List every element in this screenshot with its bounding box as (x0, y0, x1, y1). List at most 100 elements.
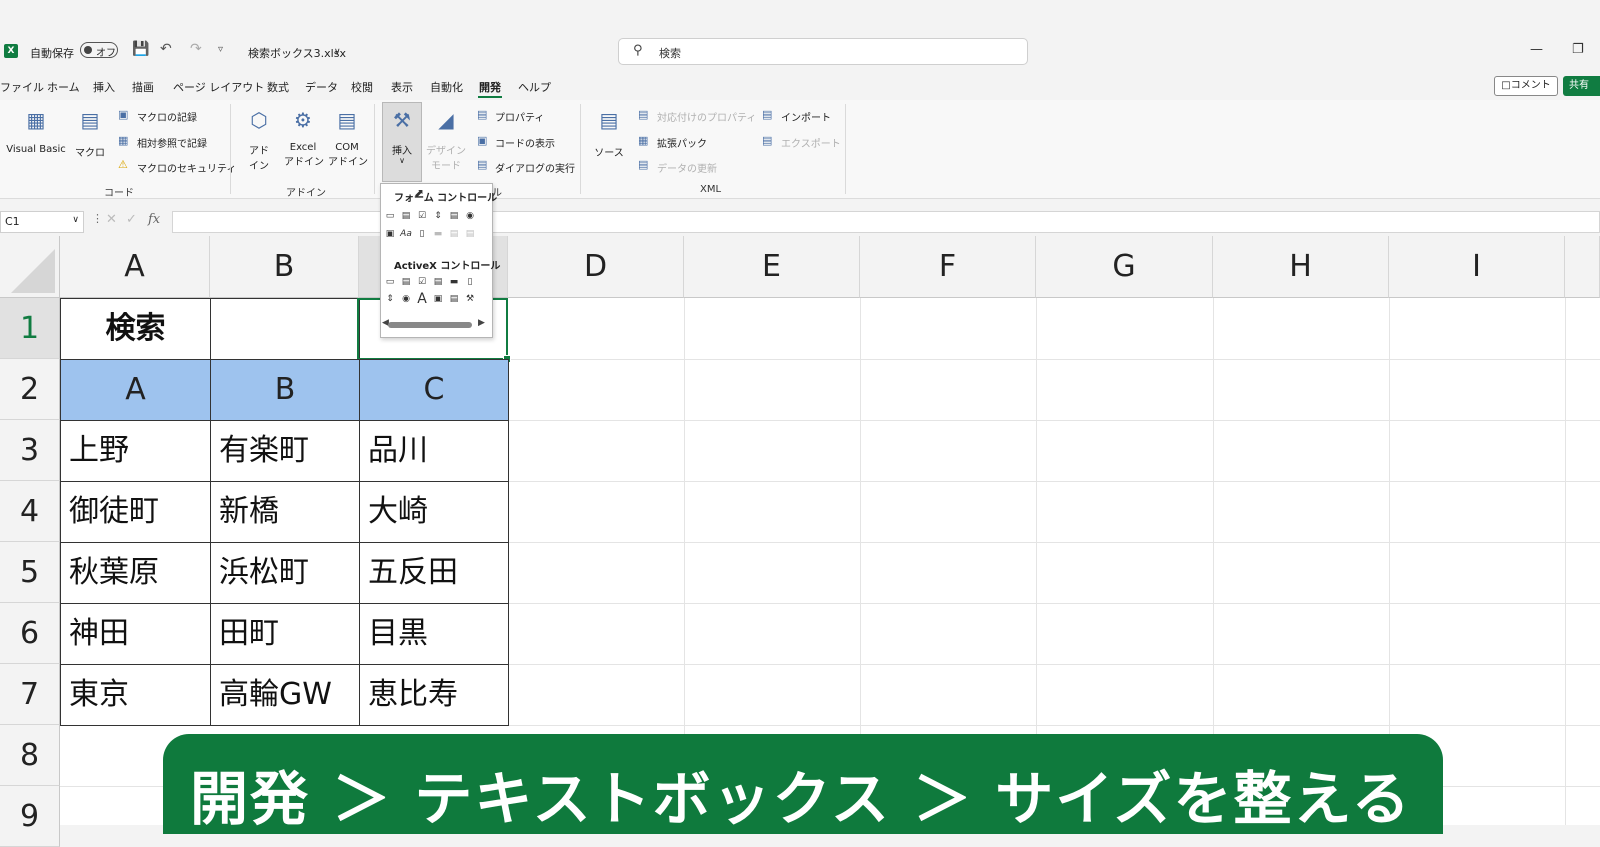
redo-icon[interactable]: ↷ (190, 41, 202, 57)
row-header-6[interactable]: 6 (0, 603, 60, 664)
tab-automate[interactable]: 自動化 (430, 79, 463, 95)
checkbox-icon[interactable]: ☑ (416, 210, 428, 222)
scroll-bar-icon[interactable]: ▯ (416, 228, 428, 240)
refresh-data-button[interactable]: データの更新 (657, 160, 717, 175)
table-header-a[interactable]: A (60, 359, 211, 421)
customize-qat-icon[interactable]: ▿ (218, 44, 223, 55)
row-header-4[interactable]: 4 (0, 481, 60, 542)
export-button[interactable]: エクスポート (781, 135, 841, 150)
row-header-3[interactable]: 3 (0, 420, 60, 481)
insert-function-button[interactable]: fx (148, 212, 160, 227)
activex-spin-icon[interactable]: ⇕ (384, 293, 396, 305)
table-cell[interactable]: 五反田 (359, 542, 509, 604)
macro-button[interactable]: マクロ (74, 144, 106, 159)
activex-button-icon[interactable]: ▭ (384, 276, 396, 288)
column-header-g[interactable]: G (1036, 236, 1213, 298)
activex-scrollbar-icon[interactable]: ▯ (464, 276, 476, 288)
tab-review[interactable]: 校閲 (351, 79, 373, 95)
check-icon[interactable]: ✓ (126, 212, 137, 227)
row-header-7[interactable]: 7 (0, 664, 60, 725)
tab-file[interactable]: ファイル (0, 79, 44, 95)
column-header-a[interactable]: A (60, 236, 210, 298)
autosave-toggle[interactable]: オフ (80, 42, 118, 59)
select-all-corner[interactable] (0, 236, 60, 298)
macro-security-button[interactable]: マクロのセキュリティ (137, 160, 236, 175)
list-box-icon[interactable]: ▤ (448, 210, 460, 222)
record-macro-button[interactable]: マクロの記録 (137, 109, 197, 124)
chevron-down-icon[interactable]: ∨ (334, 47, 341, 57)
tab-data[interactable]: データ (305, 79, 338, 95)
cell-a1[interactable]: 検索 (60, 298, 211, 360)
design-mode-button[interactable]: デザイン モード (426, 142, 466, 172)
column-header-h[interactable]: H (1213, 236, 1389, 298)
column-header-i[interactable]: I (1389, 236, 1565, 298)
import-button[interactable]: インポート (781, 109, 831, 124)
spin-button-icon[interactable]: ⇕ (432, 210, 444, 222)
row-header-1[interactable]: 1 (0, 298, 60, 359)
table-cell[interactable]: 神田 (60, 603, 211, 665)
activex-list-icon[interactable]: ▤ (432, 276, 444, 288)
view-code-button[interactable]: コードの表示 (495, 135, 555, 150)
group-box-icon[interactable]: ▣ (384, 228, 396, 240)
column-header-e[interactable]: E (684, 236, 860, 298)
save-icon[interactable]: 💾 (132, 41, 149, 57)
table-cell[interactable]: 高輪GW (210, 664, 360, 726)
run-dialog-button[interactable]: ダイアログの実行 (495, 160, 575, 175)
option-button-icon[interactable]: ◉ (464, 210, 476, 222)
more-controls-icon[interactable]: ⚒ (464, 293, 476, 305)
tab-insert[interactable]: 挿入 (93, 79, 115, 95)
table-cell[interactable]: 東京 (60, 664, 211, 726)
restore-icon[interactable]: ❐ (1572, 42, 1584, 57)
comment-button[interactable]: □コメント (1494, 76, 1558, 96)
scroll-right-icon[interactable]: ▶ (478, 318, 485, 328)
table-cell[interactable]: 新橋 (210, 481, 360, 543)
table-cell[interactable]: 有楽町 (210, 420, 360, 482)
filename[interactable]: 検索ボックス3.xlsx (248, 45, 346, 61)
addin-button[interactable]: アド イン (246, 142, 272, 172)
activex-textbox-icon[interactable]: ▬ (448, 276, 460, 288)
name-box[interactable]: C1 ∨ (0, 211, 84, 233)
table-cell[interactable]: 浜松町 (210, 542, 360, 604)
table-header-c[interactable]: C (359, 359, 509, 421)
cancel-icon[interactable]: ✕ (106, 212, 117, 227)
dropdown-scrollbar[interactable] (388, 322, 472, 328)
table-cell[interactable]: 秋葉原 (60, 542, 211, 604)
table-cell[interactable]: 御徒町 (60, 481, 211, 543)
activex-option-icon[interactable]: ◉ (400, 293, 412, 305)
minimize-icon[interactable]: — (1530, 42, 1543, 57)
tab-draw[interactable]: 描画 (132, 79, 154, 95)
map-properties-button[interactable]: 対応付けのプロパティ (657, 109, 756, 124)
table-cell[interactable]: 目黒 (359, 603, 509, 665)
undo-icon[interactable]: ↶ (160, 41, 172, 57)
table-cell[interactable]: 恵比寿 (359, 664, 509, 726)
column-header-d[interactable]: D (508, 236, 684, 298)
table-cell[interactable]: 品川 (359, 420, 509, 482)
column-header-f[interactable]: F (860, 236, 1036, 298)
table-header-b[interactable]: B (210, 359, 360, 421)
activex-checkbox-icon[interactable]: ☑ (416, 276, 428, 288)
xml-source-button[interactable]: ソース (592, 144, 626, 159)
row-header-8[interactable]: 8 (0, 725, 60, 786)
tab-formulas[interactable]: 数式 (267, 79, 289, 95)
activex-image-icon[interactable]: ▣ (432, 293, 444, 305)
expansion-packs-button[interactable]: 拡張パック (657, 135, 707, 150)
properties-button[interactable]: プロパティ (495, 109, 544, 124)
label-icon[interactable]: Aa (400, 228, 412, 240)
column-header-j[interactable] (1565, 236, 1600, 298)
combo-box-icon[interactable]: ▤ (400, 210, 412, 222)
activex-label-icon[interactable]: A (416, 292, 428, 306)
form-button-icon[interactable]: ▭ (384, 210, 396, 222)
visual-basic-button[interactable]: Visual Basic (4, 144, 68, 155)
share-button[interactable]: 共有 (1563, 76, 1600, 96)
excel-addin-button[interactable]: Excel アドイン (284, 142, 324, 168)
table-cell[interactable]: 田町 (210, 603, 360, 665)
search-box[interactable]: ⚲ 検索 (618, 38, 1028, 65)
column-header-b[interactable]: B (210, 236, 359, 298)
tab-page-layout[interactable]: ページ レイアウト (173, 79, 264, 95)
tab-view[interactable]: 表示 (391, 79, 413, 95)
tab-home[interactable]: ホーム (47, 79, 80, 95)
table-cell[interactable]: 大崎 (359, 481, 509, 543)
tab-developer[interactable]: 開発 (479, 79, 501, 95)
com-addin-button[interactable]: COM アドイン (328, 142, 368, 168)
relative-ref-button[interactable]: 相対参照で記録 (137, 135, 207, 150)
